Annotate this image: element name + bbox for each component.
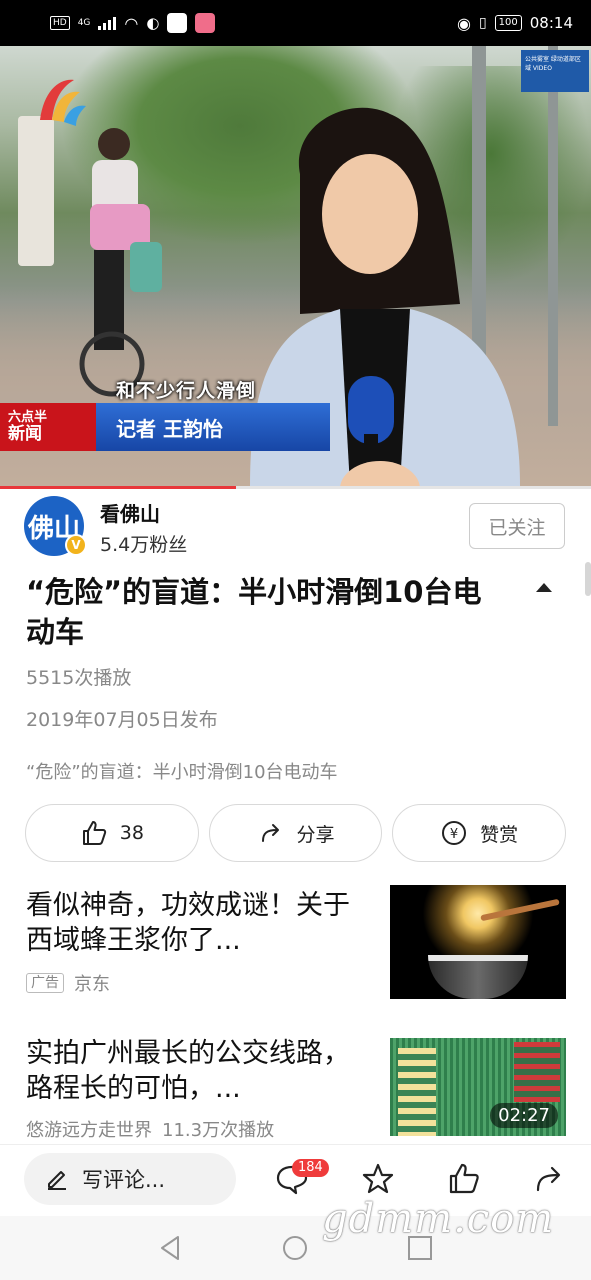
feed-card-meta: 悠游远方走世界 11.3万次播放 [26,1116,274,1142]
show-name-bottom: 新闻 [8,424,42,444]
follow-button[interactable]: 已关注 [469,503,565,549]
play-count: 5515次播放 [26,667,132,689]
news-lower-third: 六点半 新闻 记者 王韵怡 [0,403,330,451]
wifi-icon: ◠ [124,13,139,33]
cyclist-figure [79,128,162,397]
status-bar: HD 4G ◠ ◐ ◉ ▯ 100 08:14 [0,0,591,46]
channel-logo-icon [40,79,86,126]
share-icon [261,824,279,842]
video-progress-fill [0,486,237,489]
feed-card-plays: 11.3万次播放 [162,1120,275,1141]
hd-indicator: HD [50,16,70,30]
feed-card-source: 京东 [74,974,110,995]
battery-indicator: 100 [494,15,522,31]
scrollbar[interactable] [585,562,591,596]
collapse-arrow-icon[interactable] [536,583,552,592]
back-icon[interactable] [154,1232,186,1264]
feed-card-ad[interactable]: 看似神奇，功效成谜！关于西域蜂王浆你了... 广告 京东 [0,884,591,1004]
signal-icon [98,16,117,30]
bowl-graphic [428,955,528,999]
street-sign: 公共雾室 绿动道部区域 VIDEO [521,50,589,92]
avatar[interactable]: 佛山 V [24,496,87,556]
reporter-name: 记者 王韵怡 [96,403,330,451]
spoon-graphic [480,898,560,922]
yen-coin-icon: ¥ [442,821,467,845]
share-icon[interactable] [532,1161,568,1197]
action-row: 38 分享 ¥ 赞赏 [25,804,567,862]
app-notification-icon [195,13,216,33]
author-fans: 5.4万粉丝 [100,534,188,556]
video-description: “危险”的盲道：半小时滑倒10台电动车 [26,762,338,783]
comment-count-badge: 184 [292,1159,329,1177]
video-player[interactable]: 公共雾室 绿动道部区域 VIDEO 和不少行人滑倒 六点半 新闻 记者 王韵怡 [0,46,591,486]
feed-card-meta: 广告 京东 [26,970,110,996]
svg-text:¥: ¥ [450,827,458,842]
video-subtitle: 和不少行人滑倒 [116,380,257,402]
site-watermark: gdmm.com [322,1196,555,1242]
show-logo: 六点半 新闻 [0,403,96,451]
star-icon[interactable] [360,1161,396,1197]
eye-comfort-icon: ◉ [456,13,471,33]
clock: 08:14 [529,14,573,32]
thumbs-up-icon [82,821,106,845]
reward-label: 赞赏 [480,823,519,846]
thumbnail-sign-left [398,1048,436,1136]
comment-placeholder: 写评论... [82,1168,166,1192]
author-row: 佛山 V 看佛山 5.4万粉丝 已关注 [0,490,591,560]
feed-card-video[interactable]: 实拍广州最长的公交线路，路程长的可怕，... 悠游远方走世界 11.3万次播放 … [0,1036,591,1144]
video-scene-pillar [18,116,54,266]
video-duration: 02:27 [490,1103,558,1128]
video-progress-bar[interactable] [0,486,591,489]
share-label: 分享 [296,823,335,846]
feed-card-source: 悠游远方走世界 [26,1120,152,1141]
like-count: 38 [119,822,144,844]
thumbs-up-icon[interactable] [446,1161,482,1197]
reward-button[interactable]: ¥ 赞赏 [392,804,567,862]
author-name[interactable]: 看佛山 [100,498,160,527]
feed-card-thumbnail: 02:27 [390,1038,566,1136]
wechat-icon: ◐ [146,14,160,32]
thumbnail-sign-right [514,1042,560,1102]
feed-card-title: 看似神奇，功效成谜！关于西域蜂王浆你了... [26,890,350,956]
home-icon[interactable] [279,1232,311,1264]
video-title: “危险”的盲道：半小时滑倒10台电动车 [26,575,482,649]
feed-card-thumbnail [390,885,566,999]
video-scene-pole [548,46,558,426]
show-name-top: 六点半 [8,410,48,425]
like-button[interactable]: 38 [25,804,199,862]
share-button[interactable]: 分享 [208,804,383,862]
verified-icon: V [65,534,87,556]
pencil-icon [48,1171,66,1190]
ad-tag: 广告 [26,973,64,993]
vibrate-icon: ▯ [478,15,487,31]
comment-input[interactable]: 写评论... [24,1153,236,1205]
publish-date: 2019年07月05日发布 [26,709,218,731]
network-type: 4G [77,18,91,28]
feed-card-title: 实拍广州最长的公交线路，路程长的可怕，... [26,1038,350,1104]
map-app-icon [167,13,188,33]
